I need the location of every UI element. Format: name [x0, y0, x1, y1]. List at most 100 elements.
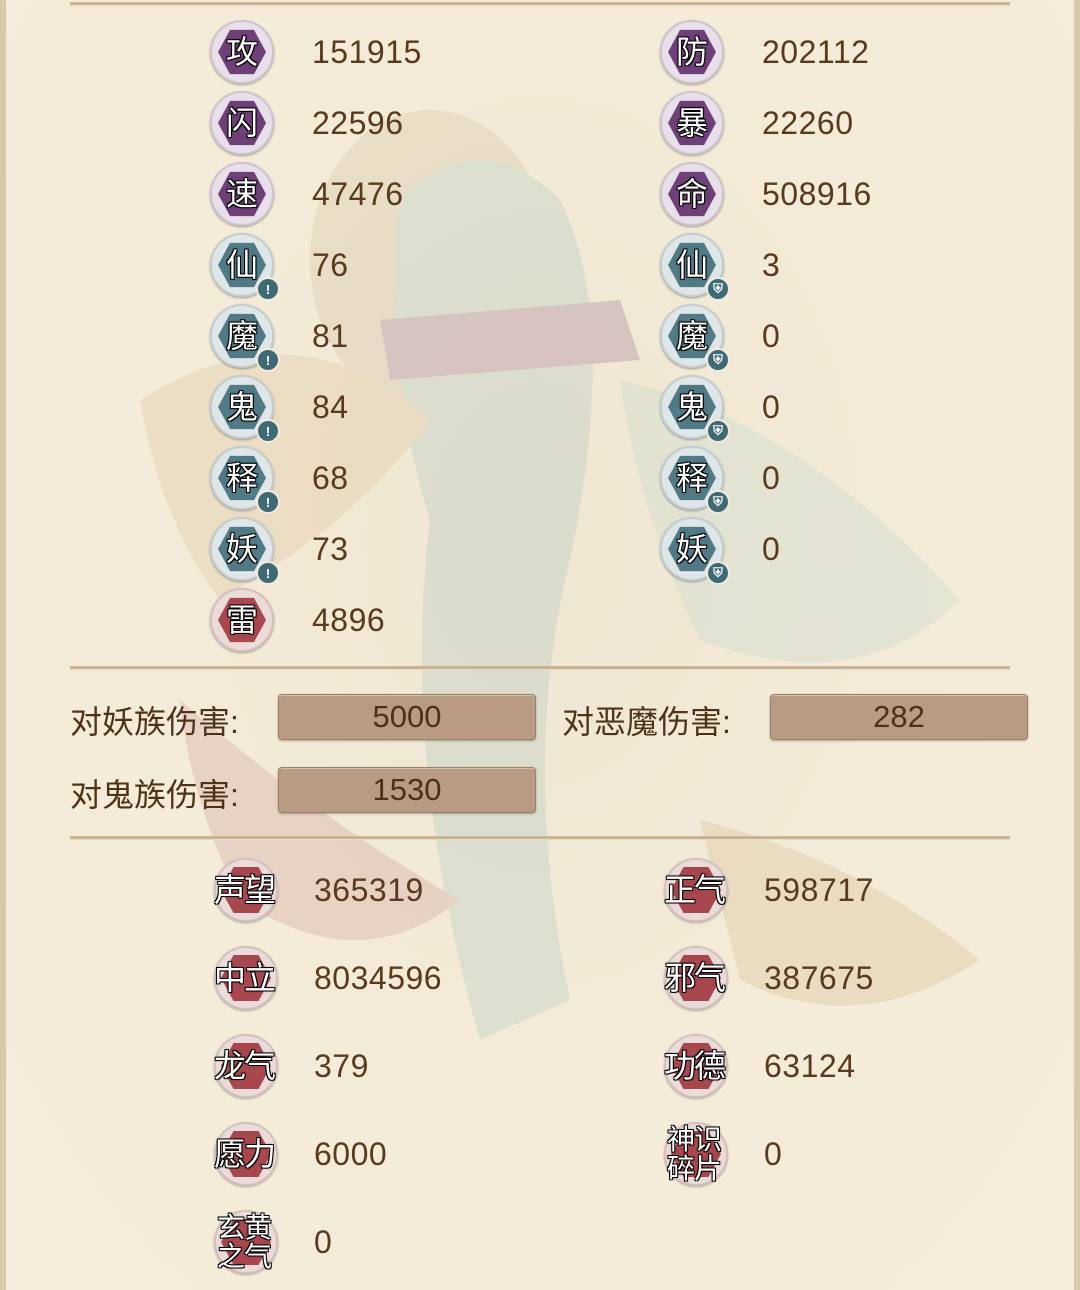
demon-resist-icon: 魔 ⛨ [660, 304, 730, 372]
immortal-resist-value: 3 [762, 246, 781, 283]
defense-icon: 防 [660, 20, 724, 84]
frame-left-border [0, 0, 6, 1290]
dodge-icon: 闪 [210, 91, 274, 155]
element-attack-row: 仙! 76 [210, 233, 349, 301]
stat-wish-power: 愿力 6000 [208, 1118, 387, 1190]
buddha-resist-value: 0 [762, 459, 781, 496]
element-resist-row: 鬼 ⛨ 0 [660, 375, 781, 443]
alert-badge-icon: ! [256, 277, 280, 301]
ghost-resist-icon: 鬼 ⛨ [660, 375, 730, 443]
demon-resist-value: 0 [762, 317, 781, 354]
stat-speed: 速 47476 [210, 162, 403, 226]
soul-shard-icon: 神识 碎片 [658, 1118, 730, 1190]
prestige-value: 365319 [314, 871, 424, 908]
dodge-value: 22596 [312, 104, 404, 141]
stat-dodge: 闪 22596 [210, 91, 403, 155]
damage-vs-ghost-label: 对鬼族伤害: [70, 777, 239, 813]
stat-thunder: 雷 4896 [210, 588, 385, 652]
stat-xuanhuang-qi: 玄黄 之气 0 [208, 1206, 332, 1278]
speed-value: 47476 [312, 175, 404, 212]
shield-badge-icon: ⛨ [706, 419, 730, 443]
hp-value: 508916 [762, 175, 872, 212]
stat-defense: 防 202112 [660, 20, 869, 84]
immortal-attack-value: 76 [312, 246, 349, 283]
stat-prestige: 声望 365319 [208, 854, 424, 926]
evil-value: 387675 [764, 959, 874, 996]
shield-badge-icon: ⛨ [706, 277, 730, 301]
stat-merit: 功德 63124 [658, 1030, 855, 1102]
ghost-resist-value: 0 [762, 388, 781, 425]
element-attack-row: 鬼! 84 [210, 375, 349, 443]
section-divider [70, 836, 1010, 840]
prestige-icon: 声望 [208, 854, 280, 926]
element-attack-row: 魔! 81 [210, 304, 349, 372]
neutral-icon: 中立 [208, 942, 280, 1014]
soul-shard-value: 0 [764, 1135, 783, 1172]
damage-vs-yao-label: 对妖族伤害: [70, 704, 239, 740]
section-divider [70, 666, 1010, 670]
demon-attack-value: 81 [312, 317, 349, 354]
stat-dragon-qi: 龙气 379 [208, 1030, 369, 1102]
neutral-value: 8034596 [314, 959, 443, 996]
hp-icon: 命 [660, 162, 724, 226]
stat-neutral: 中立 8034596 [208, 942, 442, 1014]
element-resist-row: 魔 ⛨ 0 [660, 304, 781, 372]
stat-crit: 暴 22260 [660, 91, 853, 155]
stat-evil: 邪气 387675 [658, 942, 874, 1014]
thunder-icon: 雷 [210, 588, 274, 652]
top-divider [70, 2, 1010, 6]
evil-icon: 邪气 [658, 942, 730, 1014]
stat-soul-shard: 神识 碎片 0 [658, 1118, 782, 1190]
crit-value: 22260 [762, 104, 854, 141]
buddha-attack-icon: 释! [210, 446, 280, 514]
shield-badge-icon: ⛨ [706, 490, 730, 514]
merit-value: 63124 [764, 1047, 856, 1084]
ghost-attack-value: 84 [312, 388, 349, 425]
damage-vs-yao-value: 5000 [278, 694, 536, 740]
element-resist-row: 释 ⛨ 0 [660, 446, 781, 514]
buddha-resist-icon: 释 ⛨ [660, 446, 730, 514]
speed-icon: 速 [210, 162, 274, 226]
yao-attack-value: 73 [312, 530, 349, 567]
buddha-attack-value: 68 [312, 459, 349, 496]
stat-righteous: 正气 598717 [658, 854, 874, 926]
yao-attack-icon: 妖! [210, 517, 280, 585]
yao-resist-icon: 妖 ⛨ [660, 517, 730, 585]
xuanhuang-qi-icon: 玄黄 之气 [208, 1206, 280, 1278]
alert-badge-icon: ! [256, 419, 280, 443]
yao-resist-value: 0 [762, 530, 781, 567]
element-attack-row: 释! 68 [210, 446, 349, 514]
attribute-panel: 攻 151915 防 202112 闪 22596 暴 22260 速 4747… [0, 0, 1080, 1290]
stat-attack: 攻 151915 [210, 20, 422, 84]
damage-vs-demon-label: 对恶魔伤害: [562, 704, 731, 740]
alert-badge-icon: ! [256, 561, 280, 585]
defense-value: 202112 [762, 33, 870, 70]
frame-right-border [1074, 0, 1080, 1290]
element-attack-row: 妖! 73 [210, 517, 349, 585]
wish-power-icon: 愿力 [208, 1118, 280, 1190]
damage-vs-ghost-value: 1530 [278, 767, 536, 813]
element-resist-row: 妖 ⛨ 0 [660, 517, 781, 585]
thunder-value: 4896 [312, 601, 386, 638]
shield-badge-icon: ⛨ [706, 561, 730, 585]
crit-icon: 暴 [660, 91, 724, 155]
merit-icon: 功德 [658, 1030, 730, 1102]
xuanhuang-qi-value: 0 [314, 1223, 333, 1260]
righteous-value: 598717 [764, 871, 874, 908]
immortal-resist-icon: 仙 ⛨ [660, 233, 730, 301]
wish-power-value: 6000 [314, 1135, 388, 1172]
immortal-attack-icon: 仙! [210, 233, 280, 301]
ghost-attack-icon: 鬼! [210, 375, 280, 443]
damage-vs-demon-value: 282 [770, 694, 1028, 740]
alert-badge-icon: ! [256, 490, 280, 514]
stat-hp: 命 508916 [660, 162, 872, 226]
dragon-qi-value: 379 [314, 1047, 369, 1084]
attack-icon: 攻 [210, 20, 274, 84]
alert-badge-icon: ! [256, 348, 280, 372]
attack-value: 151915 [312, 33, 422, 70]
shield-badge-icon: ⛨ [706, 348, 730, 372]
demon-attack-icon: 魔! [210, 304, 280, 372]
righteous-icon: 正气 [658, 854, 730, 926]
element-resist-row: 仙 ⛨ 3 [660, 233, 781, 301]
dragon-qi-icon: 龙气 [208, 1030, 280, 1102]
